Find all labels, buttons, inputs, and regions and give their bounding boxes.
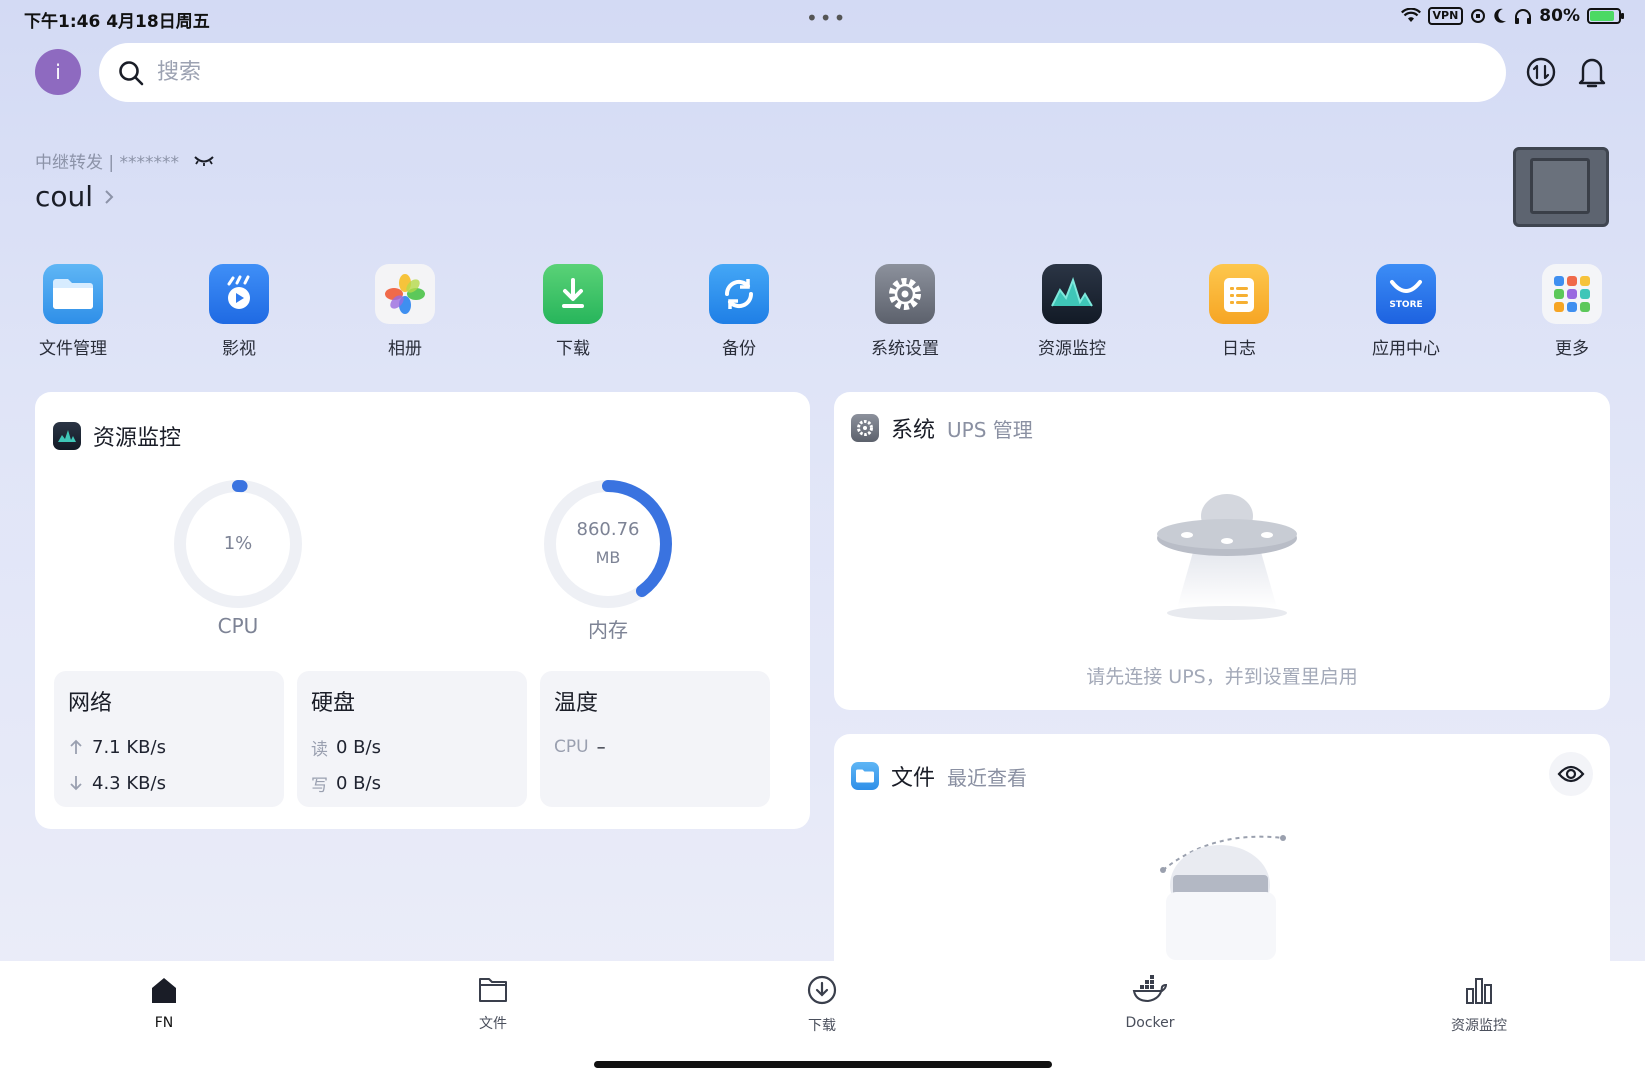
chevron-right-icon <box>105 189 114 204</box>
bar-chart-icon <box>1466 978 1492 1004</box>
disk-title: 硬盘 <box>311 691 356 716</box>
store-icon: STORE <box>1376 264 1436 324</box>
ups-empty-text: 请先连接 UPS，并到设置里启用 <box>1086 666 1358 688</box>
gear-icon <box>875 264 935 324</box>
transfer-button[interactable] <box>1523 54 1559 90</box>
app-system-settings[interactable]: 系统设置 <box>845 264 965 359</box>
memory-value: 860.76 <box>576 519 640 540</box>
monitor-icon <box>1042 264 1102 324</box>
orientation-lock-icon <box>1471 9 1486 23</box>
app-store[interactable]: STORE 应用中心 <box>1346 264 1466 359</box>
temperature-stat[interactable]: 温度 CPU – <box>540 671 770 807</box>
resource-card-title: 资源监控 <box>93 426 182 451</box>
moon-icon <box>1494 8 1507 23</box>
resource-card-header: 资源监控 <box>53 420 181 452</box>
docker-icon <box>1132 975 1168 1003</box>
ufo-illustration <box>1157 494 1297 620</box>
app-video[interactable]: 影视 <box>179 264 299 359</box>
home-icon <box>152 978 176 1003</box>
status-bar: 下午1:46 4月18日周五 ••• VPN 80% <box>0 0 1645 36</box>
bell-icon <box>1578 58 1606 88</box>
folder-icon <box>43 264 103 324</box>
store-badge: STORE <box>1389 300 1423 310</box>
temperature-cpu: CPU – <box>554 736 606 758</box>
nav-download[interactable]: 下载 <box>752 975 892 1035</box>
app-log[interactable]: 日志 <box>1179 264 1299 359</box>
cpu-label: CPU <box>217 614 259 638</box>
arrow-down-icon <box>70 776 82 791</box>
battery-percent: 80% <box>1539 6 1580 26</box>
device-connection: 中继转发 | ******* <box>35 148 215 173</box>
eye-icon <box>1557 765 1585 783</box>
nav-fn[interactable]: FN <box>94 975 234 1031</box>
system-card-header: 系统 UPS 管理 <box>851 412 1033 444</box>
nav-resource-monitor[interactable]: 资源监控 <box>1409 975 1549 1035</box>
search-bar[interactable] <box>99 43 1506 102</box>
empty-folder-illustration <box>1160 835 1286 960</box>
photos-icon <box>375 264 435 324</box>
app-file-manager[interactable]: 文件管理 <box>13 264 133 359</box>
device-image[interactable] <box>1513 147 1609 227</box>
more-apps-icon <box>1542 264 1602 324</box>
nav-docker[interactable]: Docker <box>1080 975 1220 1031</box>
multitask-dots[interactable]: ••• <box>806 6 847 30</box>
wifi-icon <box>1400 8 1421 22</box>
folder-outline-icon <box>479 978 507 1002</box>
app-photos[interactable]: 相册 <box>345 264 465 359</box>
cpu-gauge: 1% CPU <box>166 472 310 652</box>
nav-files[interactable]: 文件 <box>423 975 563 1033</box>
backup-icon <box>709 264 769 324</box>
battery-icon <box>1587 8 1624 24</box>
folder-icon <box>851 762 879 790</box>
files-card-title: 文件 <box>891 766 936 791</box>
disk-read: 读 0 B/s <box>311 736 381 760</box>
memory-gauge: 860.76 MB 内存 <box>536 472 680 652</box>
device-name-link[interactable]: coul <box>35 180 115 213</box>
disk-write: 写 0 B/s <box>311 772 381 796</box>
download-icon <box>543 264 603 324</box>
avatar[interactable]: i <box>35 49 81 95</box>
home-indicator[interactable] <box>594 1061 1052 1068</box>
network-stat[interactable]: 网络 7.1 KB/s 4.3 KB/s <box>54 671 284 807</box>
app-backup[interactable]: 备份 <box>679 264 799 359</box>
memory-unit: MB <box>595 548 621 567</box>
disk-stat[interactable]: 硬盘 读 0 B/s 写 0 B/s <box>297 671 527 807</box>
toggle-visibility-button[interactable] <box>1549 752 1593 796</box>
app-download[interactable]: 下载 <box>513 264 633 359</box>
search-input[interactable] <box>157 60 1357 85</box>
system-card-title: 系统 <box>891 418 936 443</box>
app-shortcuts: 文件管理 影视 相册 下载 备份 系统设置 资源监控 日志 STORE 应用中心… <box>0 264 1645 364</box>
monitor-icon <box>53 422 81 450</box>
notification-button[interactable] <box>1574 54 1610 90</box>
network-title: 网络 <box>68 691 113 716</box>
search-icon <box>119 60 144 85</box>
gear-icon <box>851 414 879 442</box>
download-cloud-icon <box>807 975 837 1005</box>
status-time: 下午1:46 4月18日周五 <box>24 12 210 32</box>
files-card-subtitle: 最近查看 <box>947 765 1028 790</box>
transfer-icon <box>1526 57 1556 87</box>
eye-closed-icon[interactable] <box>193 154 215 168</box>
app-resource-monitor[interactable]: 资源监控 <box>1012 264 1132 359</box>
status-indicators: VPN 80% <box>1400 6 1624 26</box>
network-download: 4.3 KB/s <box>68 765 270 801</box>
vpn-badge: VPN <box>1427 7 1464 25</box>
cpu-value: 1% <box>223 533 253 554</box>
headphones-icon <box>1515 9 1532 24</box>
files-card-header: 文件 最近查看 <box>851 760 1027 792</box>
app-more[interactable]: 更多 <box>1512 264 1632 359</box>
device-name: coul <box>35 180 94 213</box>
temperature-title: 温度 <box>554 691 599 716</box>
system-card-subtitle: UPS 管理 <box>947 417 1033 442</box>
connection-label: 中继转发 | ******* <box>35 153 180 173</box>
network-upload: 7.1 KB/s <box>68 729 270 765</box>
arrow-up-icon <box>70 739 82 754</box>
video-icon <box>209 264 269 324</box>
log-icon <box>1209 264 1269 324</box>
memory-label: 内存 <box>588 618 628 642</box>
